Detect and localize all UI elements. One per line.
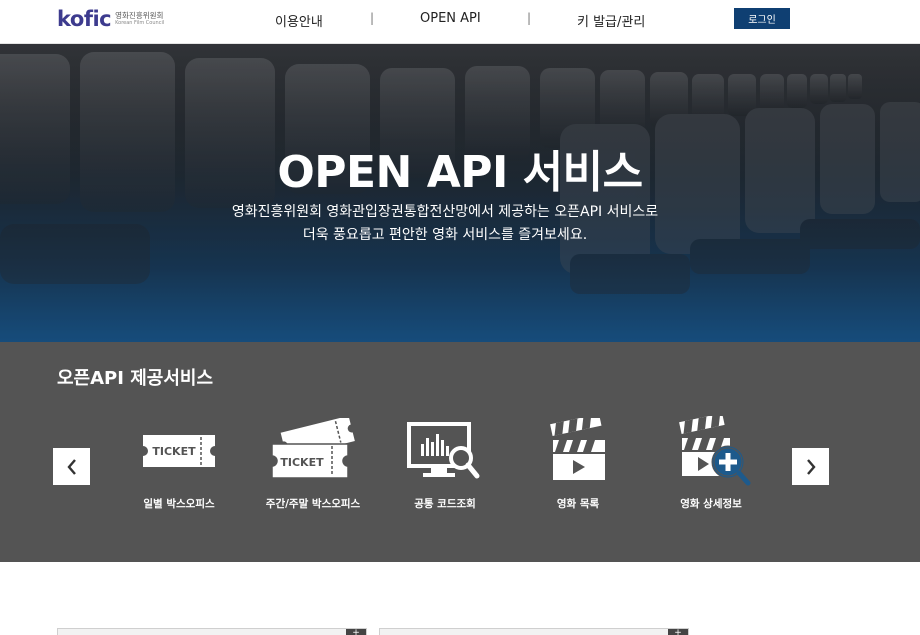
ticket-text: TICKET <box>152 445 196 458</box>
logo-wordmark: kofic <box>57 7 112 31</box>
carousel-next-button[interactable] <box>792 448 829 485</box>
kofic-logo[interactable]: kofic 영화진흥위원회 Korean Film Council <box>57 7 164 31</box>
carousel-prev-button[interactable] <box>53 448 90 485</box>
services-title: 오픈API 제공서비스 <box>57 368 214 389</box>
site-header: kofic 영화진흥위원회 Korean Film Council 이용안내 |… <box>0 0 920 44</box>
service-label: 영화 상세정보 <box>680 498 742 510</box>
chevron-left-icon <box>66 458 76 475</box>
service-label: 일별 박스오피스 <box>143 498 215 510</box>
service-weekly-boxoffice[interactable]: TICKET 주간/주말 박스오피스 <box>248 416 378 516</box>
service-label: 영화 목록 <box>556 498 600 510</box>
ticket-icon: TICKET <box>114 416 244 486</box>
hero-banner: OPEN API 서비스 영화진흥위원회 영화관입장권통합전산망에서 제공하는 … <box>0 44 920 342</box>
more-icon[interactable]: + <box>346 629 366 635</box>
hero-title: OPEN API 서비스 <box>277 147 643 198</box>
logo-subtitle: 영화진흥위원회 Korean Film Council <box>115 12 164 27</box>
open-api-services-section: 오픈API 제공서비스 TICKET 일별 박스오피스 TICKET 주간/주말… <box>0 342 920 562</box>
content-panel-left: + <box>57 628 367 635</box>
clapperboard-icon <box>513 416 643 486</box>
service-daily-boxoffice[interactable]: TICKET 일별 박스오피스 <box>114 416 244 516</box>
nav-key-issue[interactable]: 키 발급/관리 <box>577 11 645 30</box>
login-button[interactable]: 로그인 <box>734 8 790 29</box>
nav-separator: | <box>370 11 375 25</box>
chevron-right-icon <box>806 458 816 475</box>
monitor-search-icon <box>380 416 510 486</box>
logo-english-name: Korean Film Council <box>115 20 165 27</box>
service-common-code[interactable]: 공통 코드조회 <box>380 416 510 516</box>
service-label: 공통 코드조회 <box>414 498 476 510</box>
clapperboard-zoom-icon <box>646 416 776 486</box>
service-movie-list[interactable]: 영화 목록 <box>513 416 643 516</box>
content-panel-right: + <box>379 628 689 635</box>
nav-open-api[interactable]: OPEN API <box>420 11 481 26</box>
tickets-icon: TICKET <box>248 416 378 486</box>
service-movie-detail[interactable]: 영화 상세정보 <box>646 416 776 516</box>
hero-description-line1: 영화진흥위원회 영화관입장권통합전산망에서 제공하는 오픈API 서비스로 <box>231 204 659 220</box>
nav-usage-guide[interactable]: 이용안내 <box>275 11 323 30</box>
service-label: 주간/주말 박스오피스 <box>265 498 361 510</box>
nav-separator: | <box>527 11 532 25</box>
more-icon[interactable]: + <box>668 629 688 635</box>
hero-description-line2: 더욱 풍요롭고 편안한 영화 서비스를 즐겨보세요. <box>302 227 588 243</box>
ticket-text: TICKET <box>280 456 324 469</box>
logo-korean-name: 영화진흥위원회 <box>115 10 164 20</box>
